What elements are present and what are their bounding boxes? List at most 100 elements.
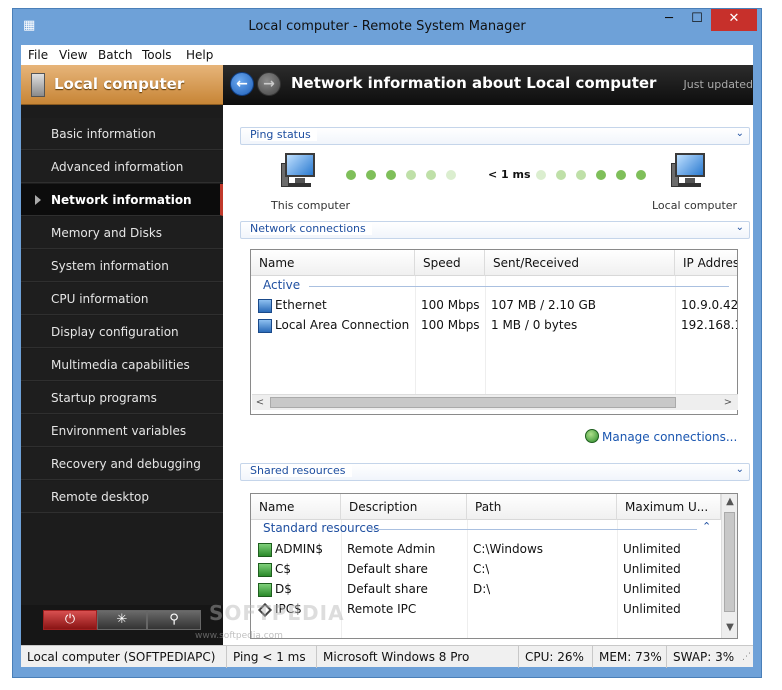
network-connections-table[interactable]: Name Speed Sent/Received IP Address Acti… bbox=[250, 249, 738, 415]
ping-dot bbox=[366, 170, 376, 180]
cell-description: Remote Admin bbox=[347, 542, 436, 556]
sidebar-item-label: System information bbox=[51, 259, 169, 273]
column-path[interactable]: Path bbox=[467, 494, 617, 520]
cell-maximum-users: Unlimited bbox=[623, 602, 681, 616]
sidebar-item-environment-variables[interactable]: Environment variables bbox=[21, 415, 223, 447]
cell-maximum-users: Unlimited bbox=[623, 582, 681, 596]
chevron-down-icon[interactable]: ⌄ bbox=[736, 128, 744, 139]
menu-batch[interactable]: Batch bbox=[98, 48, 133, 62]
group-label: Standard resources bbox=[263, 521, 380, 535]
table-row[interactable]: ADMIN$ Remote Admin C:\Windows Unlimited bbox=[251, 540, 721, 560]
sidebar-header: Local computer bbox=[21, 65, 223, 105]
shared-drive-icon bbox=[258, 583, 272, 597]
scroll-up-icon[interactable]: ▲ bbox=[722, 494, 738, 510]
back-button[interactable]: ← bbox=[230, 72, 254, 96]
table-row[interactable]: Ethernet 100 Mbps 107 MB / 2.10 GB 10.9.… bbox=[251, 296, 737, 316]
menu-bar: File View Batch Tools Help bbox=[21, 45, 753, 65]
section-title: Network connections bbox=[250, 222, 372, 235]
column-name[interactable]: Name bbox=[251, 494, 341, 520]
network-manage-icon bbox=[585, 429, 599, 443]
sidebar-item-label: Network information bbox=[51, 193, 192, 207]
cell-path: C:\Windows bbox=[473, 542, 544, 556]
cell-name: C$ bbox=[275, 562, 292, 576]
sidebar-item-remote-desktop[interactable]: Remote desktop bbox=[21, 481, 223, 513]
horizontal-scrollbar[interactable]: < > bbox=[252, 394, 738, 410]
column-name[interactable]: Name bbox=[251, 250, 415, 276]
local-computer-icon bbox=[671, 153, 707, 189]
manage-connections-link[interactable]: Manage connections... bbox=[602, 430, 737, 444]
update-status: Just updated bbox=[683, 78, 754, 91]
scroll-right-icon[interactable]: > bbox=[720, 395, 736, 411]
network-connections-section[interactable]: Network connections ⌄ bbox=[240, 221, 750, 239]
page-title: Network information about Local computer bbox=[291, 74, 657, 92]
column-maximum-users[interactable]: Maximum U... bbox=[617, 494, 721, 520]
sidebar-item-basic-information[interactable]: Basic information bbox=[21, 118, 223, 150]
shared-drive-icon bbox=[258, 563, 272, 577]
sidebar-item-system-information[interactable]: System information bbox=[21, 250, 223, 282]
source-computer-label: This computer bbox=[271, 199, 351, 212]
chevron-down-icon[interactable]: ⌄ bbox=[736, 222, 744, 233]
sidebar-toolbar: ⏻ ✳ ⚲ bbox=[21, 605, 223, 645]
ping-status-section[interactable]: Ping status ⌄ bbox=[240, 127, 750, 145]
menu-help[interactable]: Help bbox=[186, 48, 213, 62]
minimize-button[interactable]: ─ bbox=[655, 9, 683, 31]
scroll-left-icon[interactable]: < bbox=[252, 395, 268, 411]
main-header: ← → Network information about Local comp… bbox=[223, 65, 753, 105]
menu-view[interactable]: View bbox=[59, 48, 87, 62]
scrollbar-thumb[interactable] bbox=[724, 512, 735, 612]
column-ip-address[interactable]: IP Address bbox=[675, 250, 737, 276]
cell-description: Remote IPC bbox=[347, 602, 417, 616]
ping-dot bbox=[536, 170, 546, 180]
sidebar-item-label: Advanced information bbox=[51, 160, 184, 174]
table-row[interactable]: Local Area Connection 100 Mbps 1 MB / 0 … bbox=[251, 316, 737, 336]
menu-file[interactable]: File bbox=[28, 48, 48, 62]
table-row[interactable]: C$ Default share C:\ Unlimited bbox=[251, 560, 721, 580]
scrollbar-thumb[interactable] bbox=[270, 397, 676, 408]
close-button[interactable]: ✕ bbox=[711, 9, 757, 31]
title-bar[interactable]: ▦ Local computer - Remote System Manager… bbox=[13, 9, 761, 45]
group-label: Active bbox=[263, 278, 301, 292]
sidebar-item-label: Remote desktop bbox=[51, 490, 149, 504]
sidebar-item-network-information[interactable]: Network information bbox=[21, 184, 223, 216]
ping-dot bbox=[556, 170, 566, 180]
refresh-button[interactable]: ✳ bbox=[97, 610, 147, 630]
network-adapter-icon bbox=[258, 299, 272, 313]
group-header-standard-resources[interactable]: Standard resources ⌃ bbox=[251, 520, 721, 537]
ping-dot bbox=[386, 170, 396, 180]
sidebar-item-cpu-information[interactable]: CPU information bbox=[21, 283, 223, 315]
watermark-url: www.softpedia.com bbox=[195, 631, 283, 641]
maximize-button[interactable]: ☐ bbox=[683, 9, 711, 31]
this-computer-icon bbox=[281, 153, 317, 189]
cell-path: D:\ bbox=[473, 582, 491, 596]
shared-resources-section[interactable]: Shared resources ⌄ bbox=[240, 463, 750, 481]
shared-drive-icon bbox=[258, 543, 272, 557]
column-description[interactable]: Description bbox=[341, 494, 467, 520]
sidebar-title: Local computer bbox=[54, 75, 185, 93]
table-header: Name Speed Sent/Received IP Address bbox=[251, 250, 737, 276]
chevron-up-icon[interactable]: ⌃ bbox=[702, 520, 711, 533]
target-computer-label: Local computer bbox=[652, 199, 738, 212]
sidebar-item-startup-programs[interactable]: Startup programs bbox=[21, 382, 223, 414]
search-button[interactable]: ⚲ bbox=[147, 610, 201, 630]
vertical-scrollbar[interactable]: ▲ ▼ bbox=[721, 494, 737, 638]
column-speed[interactable]: Speed bbox=[415, 250, 485, 276]
resize-grip-icon[interactable]: ⋰ bbox=[742, 652, 751, 662]
power-button[interactable]: ⏻ bbox=[43, 610, 97, 630]
table-row[interactable]: D$ Default share D:\ Unlimited bbox=[251, 580, 721, 600]
chevron-down-icon[interactable]: ⌄ bbox=[736, 464, 744, 475]
status-os: Microsoft Windows 8 Pro bbox=[317, 646, 519, 668]
sidebar-item-recovery-and-debugging[interactable]: Recovery and debugging bbox=[21, 448, 223, 480]
sidebar-item-display-configuration[interactable]: Display configuration bbox=[21, 316, 223, 348]
ping-dot bbox=[406, 170, 416, 180]
group-header-active[interactable]: Active bbox=[251, 278, 737, 294]
scroll-down-icon[interactable]: ▼ bbox=[722, 620, 738, 636]
sidebar-item-label: Multimedia capabilities bbox=[51, 358, 190, 372]
forward-button[interactable]: → bbox=[257, 72, 281, 96]
sidebar-item-memory-and-disks[interactable]: Memory and Disks bbox=[21, 217, 223, 249]
sidebar-item-multimedia-capabilities[interactable]: Multimedia capabilities bbox=[21, 349, 223, 381]
sidebar-item-label: Memory and Disks bbox=[51, 226, 163, 240]
sidebar-item-label: Display configuration bbox=[51, 325, 179, 339]
column-sent-received[interactable]: Sent/Received bbox=[485, 250, 675, 276]
menu-tools[interactable]: Tools bbox=[142, 48, 172, 62]
sidebar-item-advanced-information[interactable]: Advanced information bbox=[21, 151, 223, 183]
